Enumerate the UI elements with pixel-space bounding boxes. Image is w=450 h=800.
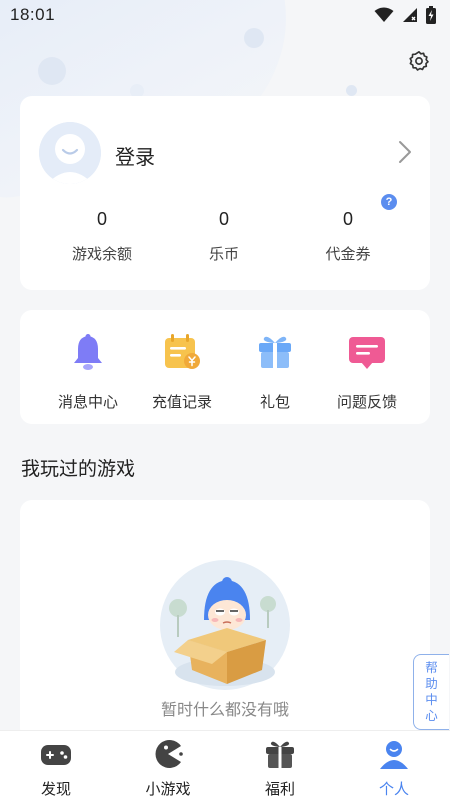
empty-state-text: 暂时什么都没有哦	[160, 702, 289, 719]
default-avatar-icon	[39, 122, 101, 184]
status-icons	[374, 6, 436, 24]
tab-label: 小游戏	[145, 781, 191, 798]
recharge-record-icon	[165, 334, 200, 369]
gift-icon	[266, 741, 294, 768]
feature-feedback[interactable]: 问题反馈	[317, 332, 417, 412]
stat-label: 代金券	[325, 246, 371, 263]
feature-label: 消息中心	[57, 394, 118, 411]
feature-label: 礼包	[259, 394, 290, 411]
stat-value: 0	[218, 209, 229, 229]
bubble-decoration	[38, 57, 66, 85]
avatar[interactable]	[39, 122, 101, 184]
pacman-icon	[155, 740, 183, 768]
bell-icon	[74, 334, 102, 370]
status-time: 18:01	[10, 5, 56, 24]
tab-label: 发现	[40, 781, 71, 798]
played-games-card: 暂时什么都没有哦	[20, 500, 430, 740]
tab-label: 福利	[264, 781, 295, 798]
bubble-decoration	[346, 85, 357, 96]
tab-discover[interactable]: 发现	[16, 739, 96, 799]
balance-stats: 0 游戏余额 0 乐币 0 代金券	[20, 209, 430, 269]
stat-value: 0	[96, 209, 107, 229]
stat-le-coin[interactable]: 0 乐币	[164, 209, 284, 264]
tab-mini-games[interactable]: 小游戏	[128, 739, 208, 799]
feature-label: 充值记录	[151, 394, 212, 411]
help-center-label: 帮助中心	[425, 661, 438, 723]
profile-card: 登录 ? 0 游戏余额 0 乐币 0 代金券	[20, 96, 430, 290]
person-icon	[380, 741, 408, 769]
wifi-icon	[374, 7, 394, 22]
feature-label: 问题反馈	[336, 394, 397, 411]
chevron-right-icon[interactable]	[394, 140, 414, 164]
stat-label: 乐币	[208, 246, 239, 263]
gear-icon	[409, 51, 429, 71]
bubble-decoration	[244, 28, 264, 48]
gamepad-icon	[41, 745, 71, 765]
played-games-title: 我玩过的游戏	[21, 459, 136, 480]
bottom-tab-bar: 发现 小游戏 福利 个人	[0, 730, 450, 800]
feature-gift-pack[interactable]: 礼包	[225, 332, 325, 412]
feedback-icon	[349, 337, 385, 369]
help-center-button[interactable]: 帮助中心	[413, 654, 449, 730]
tab-welfare[interactable]: 福利	[240, 739, 320, 799]
feature-recharge-record[interactable]: 充值记录	[132, 332, 232, 412]
tab-personal[interactable]: 个人	[354, 739, 434, 799]
stat-label: 游戏余额	[71, 246, 132, 263]
features-card: 消息中心 充值记录 礼包 问题反馈	[20, 310, 430, 424]
stat-voucher[interactable]: 0 代金券	[288, 209, 408, 264]
signal-icon	[403, 8, 417, 22]
empty-state-illustration	[160, 560, 290, 690]
stat-game-balance[interactable]: 0 游戏余额	[42, 209, 162, 264]
feature-message-center[interactable]: 消息中心	[38, 332, 138, 412]
stat-value: 0	[342, 209, 353, 229]
tab-label: 个人	[378, 781, 409, 798]
settings-button[interactable]	[404, 46, 434, 76]
login-link[interactable]: 登录	[115, 141, 155, 170]
gift-icon	[259, 336, 291, 368]
battery-charging-icon	[426, 6, 436, 24]
status-bar: 18:01	[0, 0, 450, 30]
voucher-help-icon[interactable]: ?	[381, 194, 397, 210]
